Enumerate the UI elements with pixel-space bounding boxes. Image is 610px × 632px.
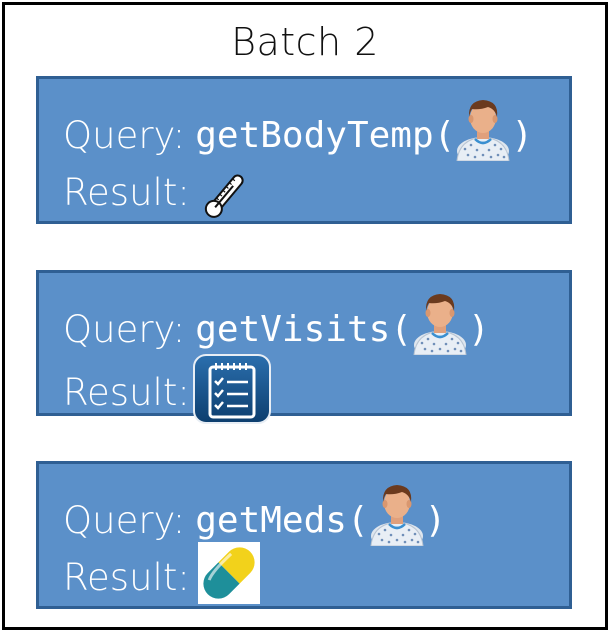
query-card-2: Query: getVisits ( ) Result: <box>36 270 572 424</box>
batch-title: Batch 2 <box>231 20 379 64</box>
function-name: getBodyTemp <box>195 114 434 156</box>
close-paren: ) <box>468 308 490 350</box>
result-row: Result: <box>63 542 260 604</box>
query-card-3: Query: getMeds ( ) Result: <box>36 461 572 609</box>
open-paren: ( <box>390 308 412 350</box>
result-row: Result: <box>63 165 258 219</box>
function-name: getMeds <box>195 499 347 541</box>
result-label: Result: <box>63 370 190 414</box>
function-name: getVisits <box>195 308 391 350</box>
result-label: Result: <box>63 170 190 214</box>
query-row: Query: getBodyTemp ( ) <box>63 109 533 161</box>
open-paren: ( <box>433 114 456 156</box>
query-row: Query: getMeds ( ) <box>63 494 446 546</box>
query-label: Query: <box>63 307 186 351</box>
patient-icon <box>369 480 425 546</box>
patient-icon <box>412 289 468 355</box>
checklist-icon <box>192 354 271 424</box>
thermometer-icon <box>204 174 244 218</box>
close-paren: ) <box>424 499 447 541</box>
patient-icon <box>455 95 511 161</box>
pill-icon <box>197 542 260 604</box>
query-label: Query: <box>63 498 186 542</box>
open-paren: ( <box>346 499 369 541</box>
result-row: Result: <box>63 354 272 425</box>
close-paren: ) <box>511 114 534 156</box>
result-label: Result: <box>63 555 190 599</box>
query-row: Query: getVisits ( ) <box>63 303 490 355</box>
query-card-1: Query: getBodyTemp ( ) Result: <box>36 76 572 224</box>
query-label: Query: <box>63 113 186 157</box>
